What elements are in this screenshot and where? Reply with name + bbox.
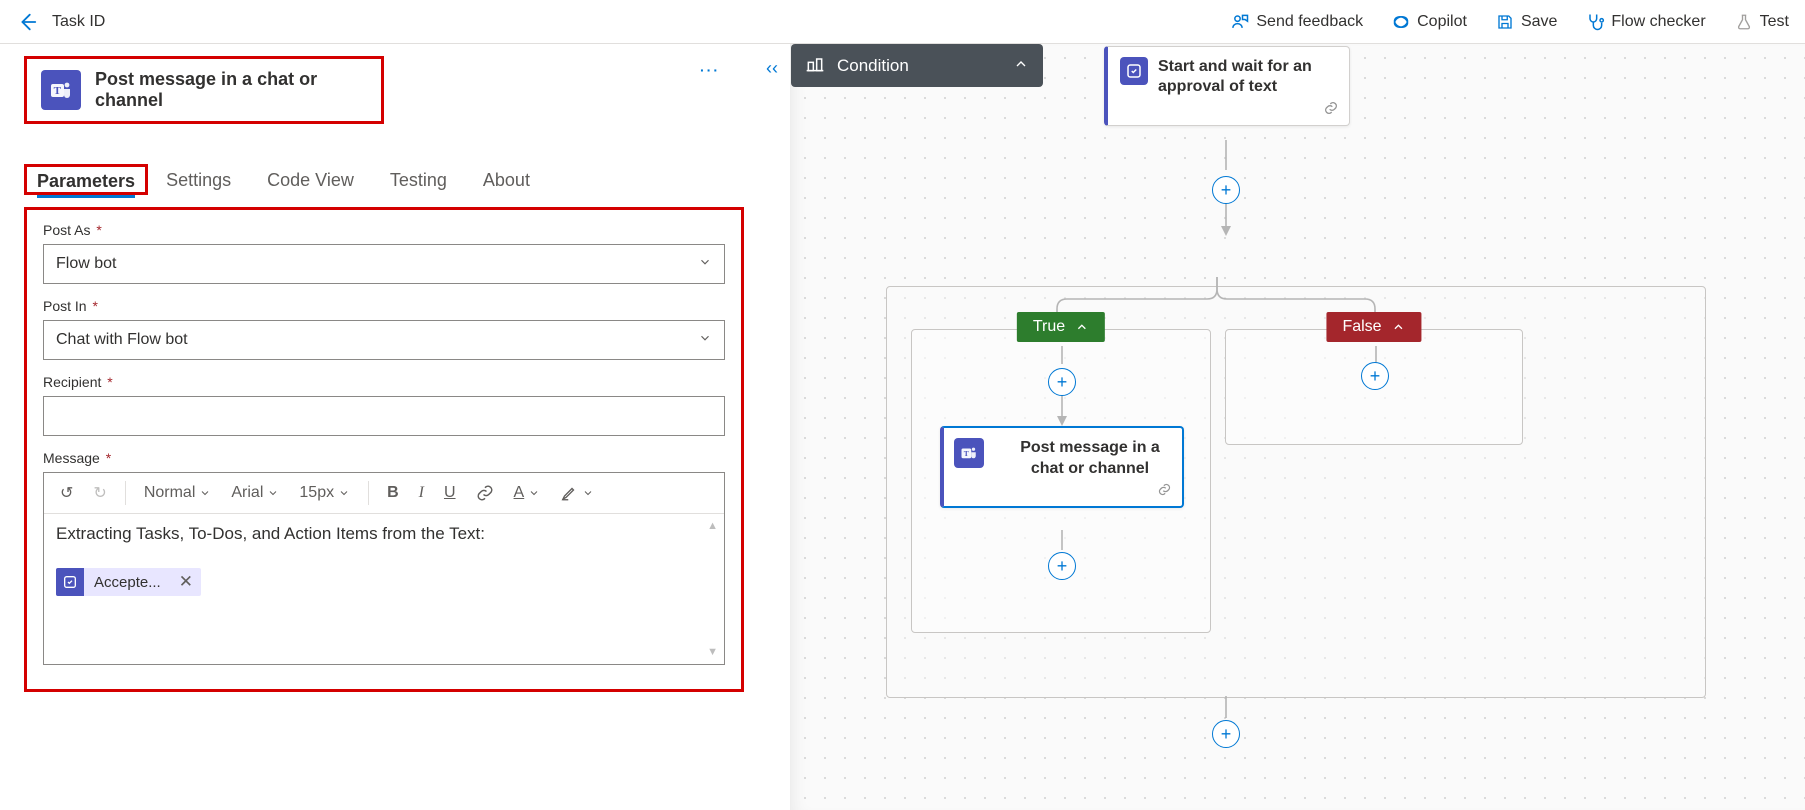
recipient-input[interactable] — [43, 396, 725, 436]
token-icon — [56, 568, 84, 596]
undo-button[interactable]: ↺ — [52, 479, 81, 507]
back-button[interactable] — [16, 11, 38, 33]
condition-icon — [805, 54, 825, 77]
token-remove-button[interactable]: ✕ — [171, 572, 201, 592]
feedback-label: Send feedback — [1256, 13, 1363, 31]
tab-settings[interactable]: Settings — [148, 164, 249, 197]
post-in-label: Post In * — [43, 298, 725, 314]
post-message-node[interactable]: T Post message in a chat or channel — [940, 426, 1184, 508]
font-dropdown[interactable]: Arial — [223, 480, 287, 506]
false-label[interactable]: False — [1326, 312, 1421, 342]
feedback-icon — [1230, 12, 1250, 32]
style-dropdown[interactable]: Normal — [136, 480, 220, 506]
svg-text:T: T — [54, 85, 62, 97]
add-false-step-button[interactable]: + — [1361, 362, 1389, 390]
post-as-label: Post As * — [43, 222, 725, 238]
post-node-title: Post message in a chat or channel — [1008, 438, 1172, 480]
condition-node[interactable]: Condition — [791, 44, 1043, 87]
token-label: Accepte... — [84, 570, 171, 595]
dynamic-token[interactable]: Accepte... ✕ — [56, 568, 201, 596]
post-as-value: Flow bot — [56, 255, 116, 273]
chevron-down-icon — [698, 331, 712, 350]
false-branch: False + — [1225, 329, 1523, 445]
stethoscope-icon — [1585, 12, 1605, 32]
flow-canvas[interactable]: Start and wait for an approval of text +… — [790, 44, 1805, 810]
message-text: Extracting Tasks, To-Dos, and Action Ite… — [56, 524, 712, 544]
copilot-label: Copilot — [1417, 13, 1467, 31]
add-after-post-button[interactable]: + — [1048, 552, 1076, 580]
page-title: Task ID — [52, 13, 105, 31]
test-button[interactable]: Test — [1734, 12, 1789, 32]
save-label: Save — [1521, 13, 1557, 31]
post-in-value: Chat with Flow bot — [56, 331, 188, 349]
approval-icon — [1120, 57, 1148, 85]
teams-icon: T — [954, 438, 984, 468]
true-branch: True + T Post messag — [911, 329, 1211, 633]
post-as-dropdown[interactable]: Flow bot — [43, 244, 725, 284]
chevron-up-icon[interactable] — [1013, 56, 1029, 75]
scroll-down-icon[interactable]: ▼ — [707, 646, 718, 658]
chevron-down-icon — [698, 255, 712, 274]
test-label: Test — [1760, 13, 1789, 31]
highlight-button[interactable] — [552, 480, 602, 506]
checker-label: Flow checker — [1611, 13, 1705, 31]
recipient-label: Recipient * — [43, 374, 725, 390]
add-step-button[interactable]: + — [1212, 176, 1240, 204]
config-tabs: Parameters Settings Code View Testing Ab… — [24, 164, 766, 197]
add-true-step-button[interactable]: + — [1048, 368, 1076, 396]
approval-node[interactable]: Start and wait for an approval of text — [1104, 46, 1350, 126]
collapse-panel-button[interactable]: ‹‹ — [766, 58, 778, 79]
teams-icon: T — [41, 70, 81, 110]
tab-about[interactable]: About — [465, 164, 548, 197]
post-in-dropdown[interactable]: Chat with Flow bot — [43, 320, 725, 360]
save-button[interactable]: Save — [1495, 12, 1557, 32]
parameters-form: Post As * Flow bot Post In * Chat with F… — [24, 207, 744, 692]
approval-title: Start and wait for an approval of text — [1158, 57, 1337, 97]
bold-button[interactable]: B — [379, 480, 407, 506]
italic-button[interactable]: I — [411, 480, 432, 506]
scroll-up-icon[interactable]: ▲ — [707, 520, 718, 532]
action-title: Post message in a chat or channel — [95, 69, 367, 111]
true-label[interactable]: True — [1017, 312, 1105, 342]
message-editor: ↺ ↻ Normal Arial 15px B I U A — [43, 472, 725, 665]
flask-icon — [1734, 12, 1754, 32]
topbar: Task ID Send feedback Copilot Save Flow … — [0, 0, 1805, 44]
send-feedback-button[interactable]: Send feedback — [1230, 12, 1363, 32]
flow-checker-button[interactable]: Flow checker — [1585, 12, 1705, 32]
tab-parameters[interactable]: Parameters — [37, 171, 135, 198]
rte-content[interactable]: ▲ Extracting Tasks, To-Dos, and Action I… — [44, 514, 724, 664]
rte-toolbar: ↺ ↻ Normal Arial 15px B I U A — [44, 473, 724, 514]
underline-button[interactable]: U — [436, 480, 464, 506]
condition-label: Condition — [837, 56, 909, 76]
copilot-button[interactable]: Copilot — [1391, 12, 1467, 32]
link-button[interactable] — [468, 480, 502, 506]
save-icon — [1495, 12, 1515, 32]
size-dropdown[interactable]: 15px — [291, 480, 358, 506]
add-after-condition-button[interactable]: + — [1212, 720, 1240, 748]
svg-text:T: T — [964, 449, 969, 458]
link-icon — [1157, 482, 1172, 500]
redo-button[interactable]: ↻ — [85, 479, 114, 507]
copilot-icon — [1391, 12, 1411, 32]
action-header: T Post message in a chat or channel — [24, 56, 384, 124]
text-color-button[interactable]: A — [506, 480, 549, 506]
more-options-button[interactable]: ··· — [700, 62, 720, 78]
message-label: Message * — [43, 450, 725, 466]
link-icon — [1323, 100, 1339, 119]
action-config-panel: ‹‹ ··· T Post message in a chat or chann… — [0, 44, 790, 810]
condition-branches: True + T Post messag — [886, 286, 1706, 698]
tab-testing[interactable]: Testing — [372, 164, 465, 197]
tab-codeview[interactable]: Code View — [249, 164, 372, 197]
